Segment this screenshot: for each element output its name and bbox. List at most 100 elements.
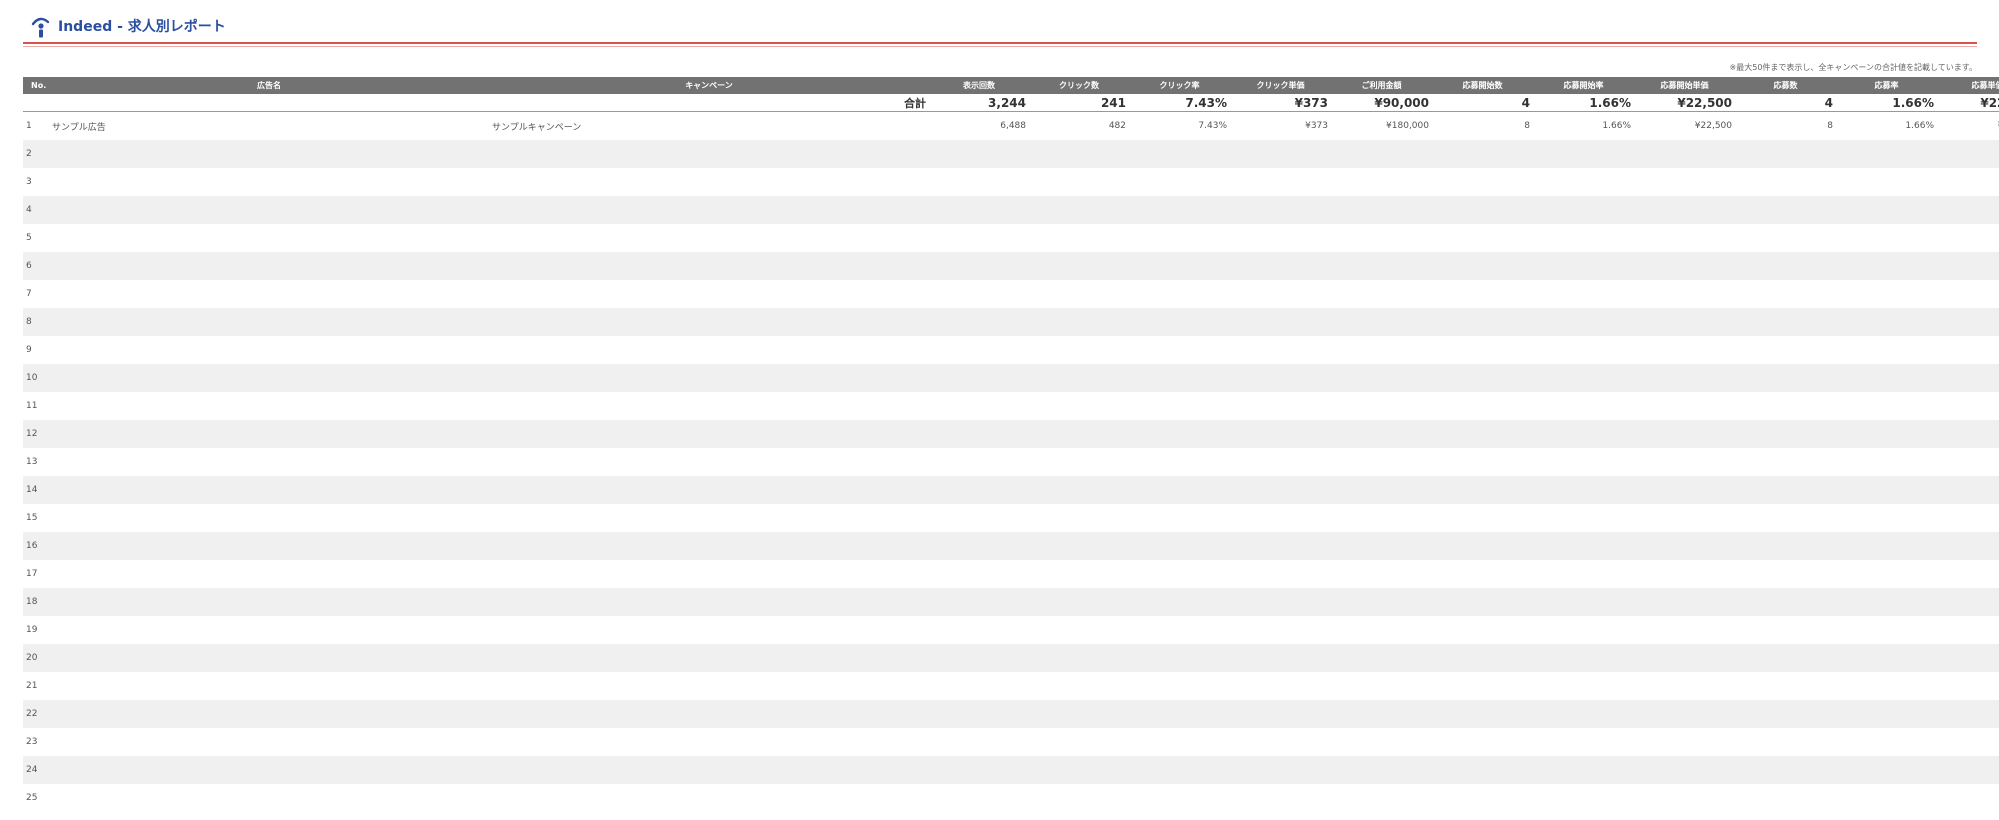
col-header-spend[interactable]: ご利用金額 xyxy=(1331,77,1432,94)
cell-clicks xyxy=(1029,196,1129,224)
col-header-applies[interactable]: 応募数 xyxy=(1735,77,1836,94)
table-row[interactable]: 20 xyxy=(23,644,1999,672)
cell-clicks xyxy=(1029,588,1129,616)
cell-spend xyxy=(1331,224,1432,252)
table-row[interactable]: 25 xyxy=(23,784,1999,812)
cell-apply-starts xyxy=(1432,308,1533,336)
cell-apply-starts xyxy=(1432,588,1533,616)
page-title: Indeed - 求人別レポート xyxy=(58,19,226,35)
cell-ctr xyxy=(1129,252,1230,280)
table-row[interactable]: 4 xyxy=(23,196,1999,224)
cell-apply-start-rate xyxy=(1533,672,1634,700)
col-header-apply-cost[interactable]: 応募単価 xyxy=(1937,77,1999,94)
table-row[interactable]: 12 xyxy=(23,420,1999,448)
cell-ad-name xyxy=(49,560,489,588)
table-row[interactable]: 2 xyxy=(23,140,1999,168)
cell-ctr xyxy=(1129,784,1230,812)
cell-applies xyxy=(1735,728,1836,756)
cell-apply-cost xyxy=(1937,280,1999,308)
cell-spend xyxy=(1331,448,1432,476)
cell-no: 5 xyxy=(26,233,32,243)
cell-impressions xyxy=(929,616,1029,644)
cell-spend: ¥180,000 xyxy=(1386,121,1429,131)
cell-impressions xyxy=(929,504,1029,532)
col-header-impressions[interactable]: 表示回数 xyxy=(929,77,1029,94)
table-row[interactable]: 6 xyxy=(23,252,1999,280)
table-row[interactable]: 13 xyxy=(23,448,1999,476)
col-header-apply-rate[interactable]: 応募率 xyxy=(1836,77,1937,94)
cell-clicks: 482 xyxy=(1108,121,1126,131)
cell-apply-start-rate xyxy=(1533,476,1634,504)
cell-cpc xyxy=(1230,168,1331,196)
table-row[interactable]: 7 xyxy=(23,280,1999,308)
cell-apply-start-rate xyxy=(1533,140,1634,168)
cell-campaign xyxy=(489,420,929,448)
table-row[interactable]: 23 xyxy=(23,728,1999,756)
cell-apply-start-cost xyxy=(1634,448,1735,476)
cell-ad-name xyxy=(49,476,489,504)
cell-apply-start-cost xyxy=(1634,420,1735,448)
cell-apply-start-cost xyxy=(1634,560,1735,588)
col-header-clicks[interactable]: クリック数 xyxy=(1029,77,1129,94)
cell-cpc xyxy=(1230,252,1331,280)
table-row[interactable]: 24 xyxy=(23,756,1999,784)
table-row[interactable]: 19 xyxy=(23,616,1999,644)
indeed-logo-icon xyxy=(31,17,50,38)
col-header-no[interactable]: No. xyxy=(23,77,49,94)
col-header-apply-starts[interactable]: 応募開始数 xyxy=(1432,77,1533,94)
cell-impressions xyxy=(929,700,1029,728)
cell-ad-name xyxy=(49,448,489,476)
table-row[interactable]: 21 xyxy=(23,672,1999,700)
total-apply-cost: ¥22,500 xyxy=(1937,94,1999,112)
cell-apply-cost xyxy=(1937,224,1999,252)
total-spend: ¥90,000 xyxy=(1331,94,1432,112)
cell-cpc xyxy=(1230,140,1331,168)
cell-ad-name xyxy=(49,616,489,644)
cell-clicks xyxy=(1029,308,1129,336)
cell-ctr xyxy=(1129,336,1230,364)
cell-apply-cost xyxy=(1937,588,1999,616)
cell-campaign xyxy=(489,588,929,616)
cell-impressions xyxy=(929,392,1029,420)
cell-ad-name xyxy=(49,140,489,168)
col-header-ad-name[interactable]: 広告名 xyxy=(49,77,489,94)
col-header-apply-start-cost[interactable]: 応募開始単価 xyxy=(1634,77,1735,94)
cell-spend xyxy=(1331,364,1432,392)
table-row[interactable]: 3 xyxy=(23,168,1999,196)
cell-apply-cost xyxy=(1937,168,1999,196)
table-row[interactable]: 22 xyxy=(23,700,1999,728)
cell-ad-name xyxy=(49,392,489,420)
table-row[interactable]: 1 サンプル広告 サンプルキャンペーン 6,488 482 7.43% ¥373 ¥180,0… xyxy=(23,112,1999,141)
cell-apply-cost xyxy=(1937,308,1999,336)
cell-apply-start-cost xyxy=(1634,336,1735,364)
table-row[interactable]: 18 xyxy=(23,588,1999,616)
cell-apply-rate: 1.66% xyxy=(1905,121,1934,131)
cell-impressions xyxy=(929,252,1029,280)
table-row[interactable]: 9 xyxy=(23,336,1999,364)
table-row[interactable]: 8 xyxy=(23,308,1999,336)
cell-campaign xyxy=(489,476,929,504)
table-row[interactable]: 15 xyxy=(23,504,1999,532)
table-row[interactable]: 16 xyxy=(23,532,1999,560)
cell-applies xyxy=(1735,280,1836,308)
total-ctr: 7.43% xyxy=(1129,94,1230,112)
cell-applies xyxy=(1735,308,1836,336)
table-row[interactable]: 10 xyxy=(23,364,1999,392)
col-header-ctr[interactable]: クリック率 xyxy=(1129,77,1230,94)
cell-spend xyxy=(1331,140,1432,168)
table-row[interactable]: 11 xyxy=(23,392,1999,420)
table-row[interactable]: 17 xyxy=(23,560,1999,588)
col-header-apply-start-rate[interactable]: 応募開始率 xyxy=(1533,77,1634,94)
col-header-campaign[interactable]: キャンペーン xyxy=(489,77,929,94)
header-divider-light xyxy=(23,46,1977,47)
cell-campaign xyxy=(489,672,929,700)
cell-applies xyxy=(1735,504,1836,532)
table-row[interactable]: 5 xyxy=(23,224,1999,252)
cell-no: 23 xyxy=(26,737,38,747)
cell-campaign xyxy=(489,196,929,224)
table-row[interactable]: 14 xyxy=(23,476,1999,504)
col-header-cpc[interactable]: クリック単価 xyxy=(1230,77,1331,94)
cell-campaign xyxy=(489,756,929,784)
cell-apply-start-cost xyxy=(1634,196,1735,224)
cell-cpc: ¥373 xyxy=(1305,121,1328,131)
